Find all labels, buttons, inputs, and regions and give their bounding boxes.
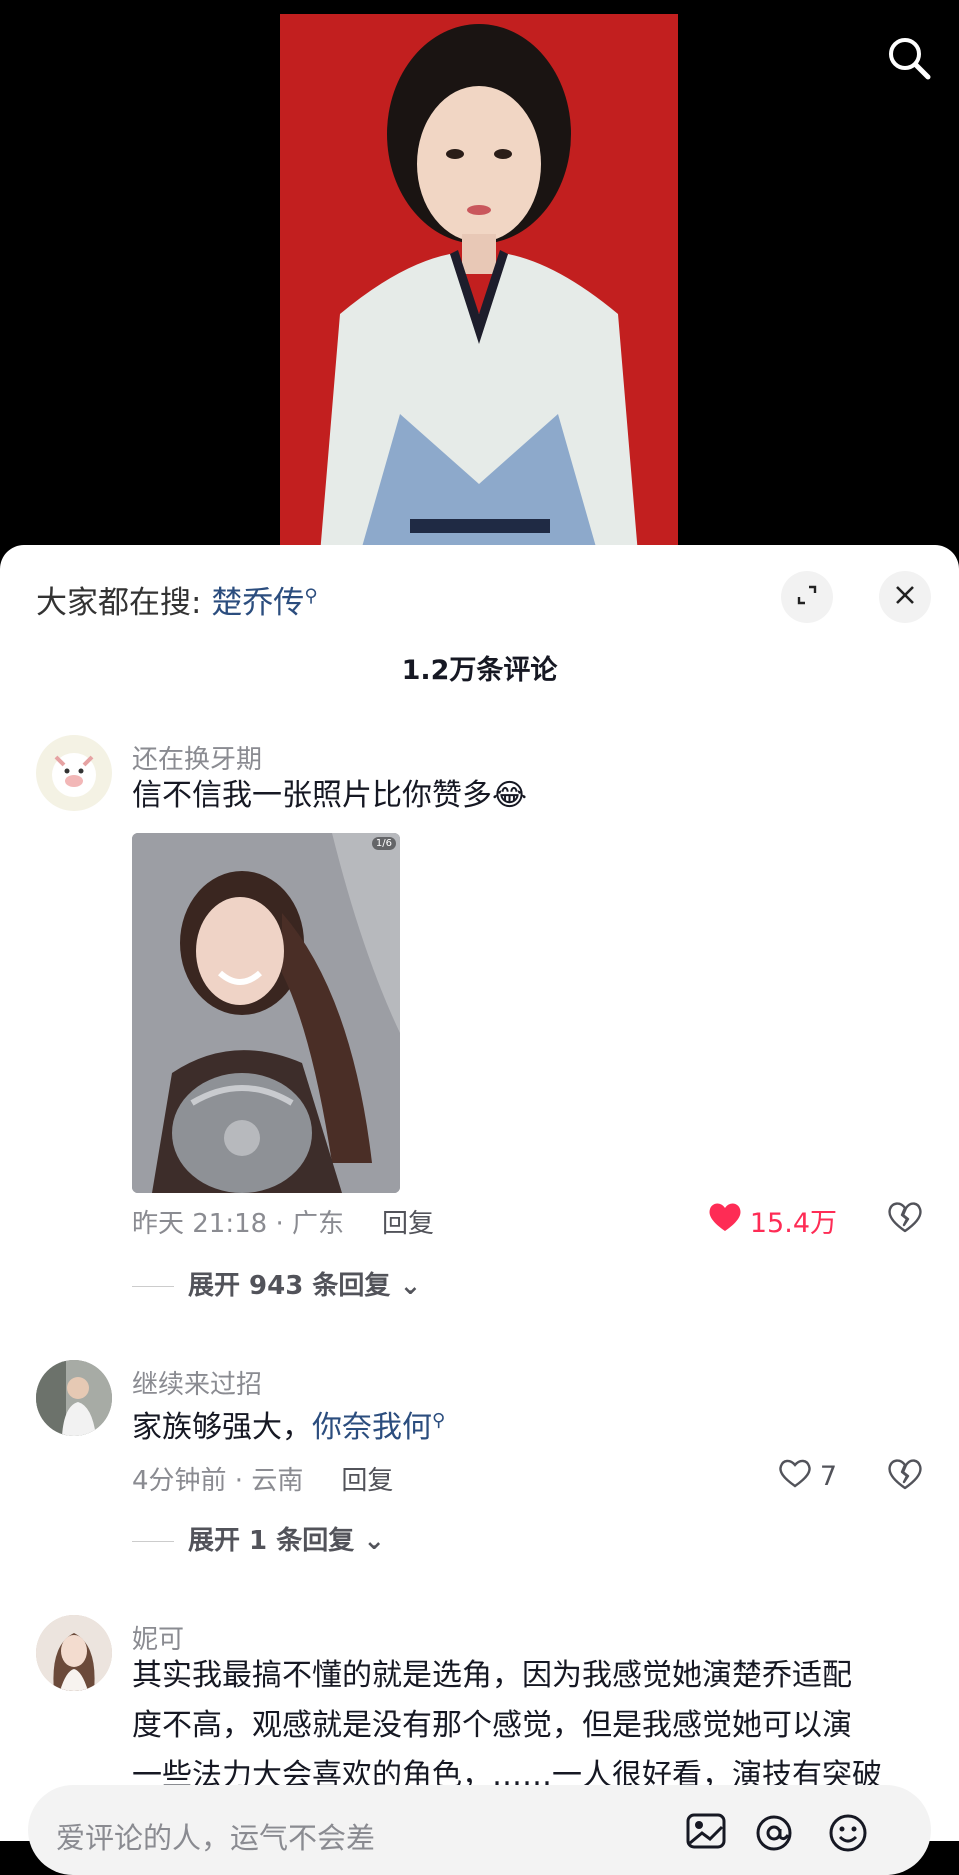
reply-button[interactable]: 回复 [382, 1209, 434, 1239]
avatar[interactable] [36, 1615, 112, 1691]
close-icon [893, 583, 917, 611]
comment-input[interactable]: 爱评论的人，运气不会差 [28, 1785, 931, 1875]
comment-image[interactable]: 1/6 [132, 833, 400, 1193]
video-player[interactable] [0, 0, 959, 560]
comment-count: 1.2万条评论 [401, 655, 558, 686]
dislike-button[interactable] [887, 1458, 923, 1494]
expand-replies-label: 展开 943 条回复 [188, 1271, 391, 1301]
comment-meta: 昨天 21:18 · 广东 回复 [132, 1203, 434, 1240]
emoji-icon[interactable] [828, 1813, 868, 1857]
search-mini-icon: ⚲ [432, 1410, 446, 1431]
expand-icon [795, 583, 819, 611]
search-button[interactable] [877, 28, 941, 92]
divider [132, 1541, 174, 1542]
heart-filled-icon [708, 1202, 742, 1239]
hot-search-row[interactable]: 大家都在搜: 楚乔传⚲ [36, 577, 318, 622]
close-sheet-button[interactable] [879, 571, 931, 623]
broken-heart-icon [887, 1459, 923, 1494]
search-mini-icon: ⚲ [304, 585, 318, 607]
comment-time-location: 昨天 21:18 · 广东 [132, 1209, 344, 1239]
divider [132, 1286, 174, 1287]
image-count-badge: 1/6 [371, 837, 396, 850]
at-mention-icon[interactable] [754, 1813, 794, 1857]
search-icon [885, 34, 933, 86]
comment-text-body: 家族够强大， [132, 1410, 312, 1445]
comment-time-location: 4分钟前 · 云南 [132, 1466, 304, 1496]
laughing-crying-emoji-icon: 😂 [492, 778, 528, 813]
comment-meta: 4分钟前 · 云南 回复 [132, 1460, 393, 1497]
comment-search-link[interactable]: 你奈我何 [312, 1410, 432, 1445]
chevron-down-icon: ⌄ [399, 1271, 422, 1301]
comment-text: 家族够强大，你奈我何⚲ [132, 1396, 445, 1453]
comment-text-body: 信不信我一张照片比你赞多 [132, 778, 492, 813]
expand-replies-button[interactable]: 展开 943 条回复 ⌄ [132, 1265, 421, 1302]
comment-text-line: 度不高，观感就是没有那个感觉，但是我感觉她可以演 [132, 1708, 852, 1743]
reply-button[interactable]: 回复 [341, 1466, 393, 1496]
hot-search-label: 大家都在搜: [36, 585, 202, 621]
comment-item: 还在换牙期 信不信我一张照片比你赞多😂 1/6 昨天 21:18 · 广东回复 [0, 735, 959, 1301]
like-button[interactable]: 15.4万 [708, 1201, 837, 1240]
comment-input-placeholder: 爱评论的人，运气不会差 [56, 1821, 376, 1855]
avatar[interactable] [36, 1360, 112, 1436]
broken-heart-icon [887, 1202, 923, 1237]
like-count: 7 [819, 1461, 837, 1492]
comment-item: 继续来过招 家族够强大，你奈我何⚲ 4分钟前 · 云南 回复 7 展开 1 条回复… [0, 1360, 959, 1560]
comment-text-line: 其实我最搞不懂的就是选角，因为我感觉她演楚乔适配 [132, 1658, 852, 1693]
expand-sheet-button[interactable] [781, 571, 833, 623]
expand-replies-label: 展开 1 条回复 [188, 1526, 355, 1556]
hot-search-keyword[interactable]: 楚乔传 [211, 585, 304, 621]
like-button[interactable]: 7 [778, 1458, 837, 1495]
heart-outline-icon [778, 1458, 812, 1495]
dislike-button[interactable] [887, 1201, 923, 1237]
chevron-down-icon: ⌄ [363, 1526, 386, 1556]
image-icon[interactable] [686, 1813, 726, 1853]
comment-text: 信不信我一张照片比你赞多😂 [132, 771, 527, 821]
comment-sheet: 大家都在搜: 楚乔传⚲ 1.2万条评论 还在换牙期 信不信我一张照片比你赞多😂 [0, 545, 959, 1841]
comment-text: 其实我最搞不懂的就是选角，因为我感觉她演楚乔适配 度不高，观感就是没有那个感觉，… [132, 1651, 882, 1801]
video-frame [280, 14, 678, 554]
avatar[interactable] [36, 735, 112, 811]
like-count: 15.4万 [749, 1208, 837, 1239]
expand-replies-button[interactable]: 展开 1 条回复 ⌄ [132, 1520, 385, 1557]
